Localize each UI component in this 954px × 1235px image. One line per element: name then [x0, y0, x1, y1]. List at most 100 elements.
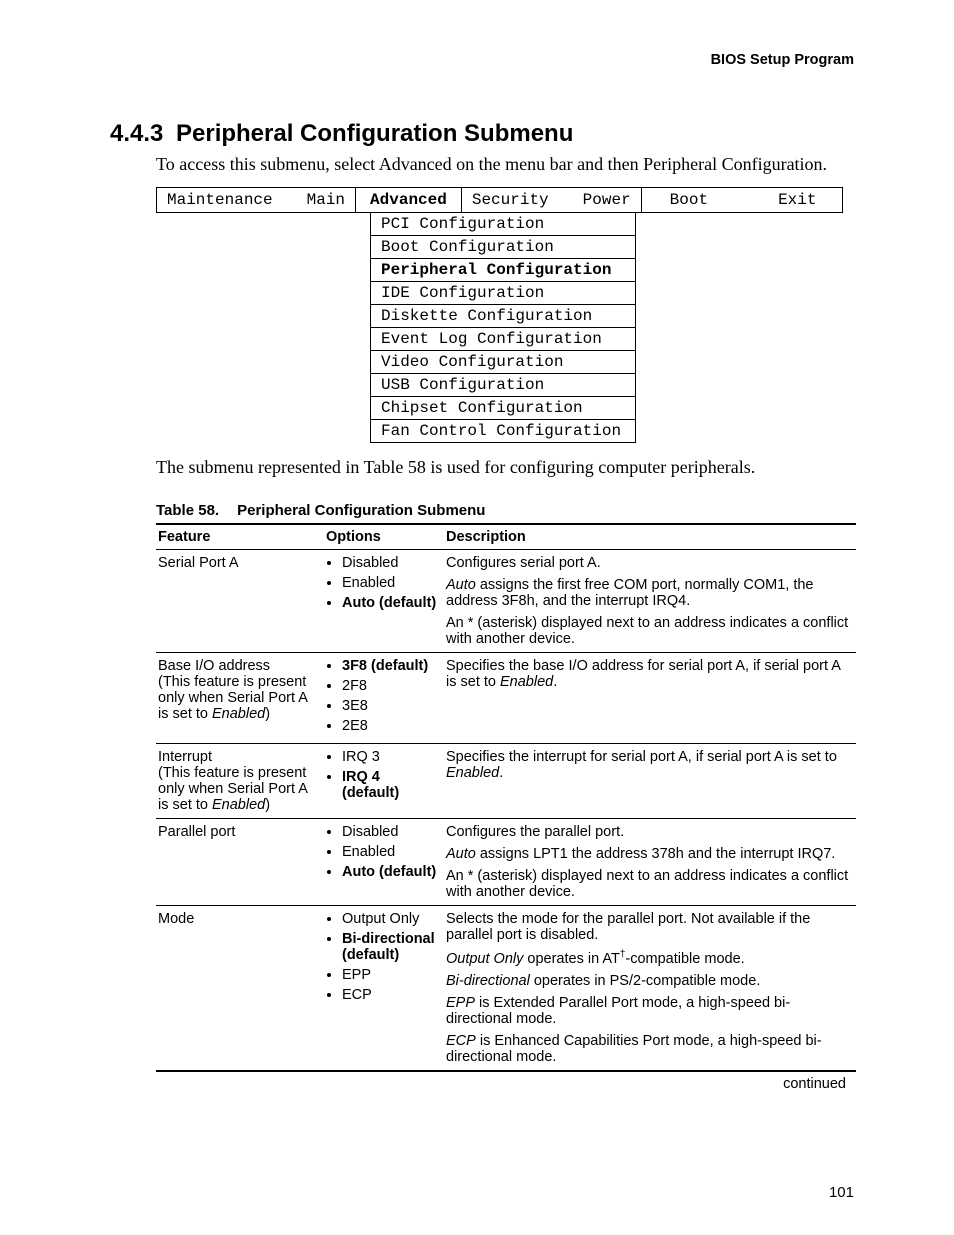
menubar-security: Security	[472, 191, 549, 209]
table-row: Mode Output Only Bi-directional (default…	[156, 906, 856, 1071]
body-paragraph: The submenu represented in Table 58 is u…	[156, 457, 854, 478]
option-item: Output Only	[342, 911, 438, 927]
continued-indicator: continued	[783, 1076, 946, 1092]
desc-italic: Output Only	[446, 951, 523, 967]
feature-name: Interrupt	[158, 749, 212, 765]
desc-text: assigns LPT1 the address 378h and the in…	[476, 846, 836, 862]
desc-line: An * (asterisk) displayed next to an add…	[446, 615, 850, 647]
option-item-default: 3F8 (default)	[342, 658, 438, 674]
table-row: Base I/O address (This feature is presen…	[156, 653, 856, 744]
desc-line: Configures the parallel port.	[446, 824, 850, 840]
submenu-item: Diskette Configuration	[371, 305, 636, 328]
table-row: Parallel port Disabled Enabled Auto (def…	[156, 819, 856, 906]
desc-italic: Bi-directional	[446, 973, 530, 989]
running-head: BIOS Setup Program	[711, 52, 854, 68]
desc-text: operates in PS/2-compatible mode.	[530, 973, 761, 989]
option-item: 3E8	[342, 698, 438, 714]
feature-name: Base I/O address	[158, 658, 270, 674]
desc-text: Specifies the interrupt for serial port …	[446, 749, 837, 765]
submenu-item: Video Configuration	[371, 351, 636, 374]
desc-line: Configures serial port A.	[446, 555, 850, 571]
options-cell: 3F8 (default) 2F8 3E8 2E8	[324, 653, 444, 744]
submenu-item: Fan Control Configuration	[371, 420, 636, 443]
desc-italic: Enabled	[446, 765, 499, 781]
desc-text: -compatible mode.	[625, 951, 744, 967]
desc-text: assigns the first free COM port, normall…	[446, 577, 813, 609]
col-header-options: Options	[324, 524, 444, 550]
option-item-default: Auto (default)	[342, 864, 438, 880]
desc-italic: Enabled	[500, 674, 553, 690]
submenu-item: PCI Configuration	[371, 213, 636, 236]
submenu-item: Chipset Configuration	[371, 397, 636, 420]
options-cell: IRQ 3 IRQ 4 (default)	[324, 744, 444, 819]
menubar-boot: Boot	[670, 191, 708, 209]
option-item-default: Auto (default)	[342, 595, 438, 611]
desc-text: is Extended Parallel Port mode, a high-s…	[446, 995, 790, 1027]
desc-italic: Auto	[446, 846, 476, 862]
menubar-cell-maintenance-main: Maintenance Main	[157, 188, 356, 213]
feature-cell: Serial Port A	[156, 550, 324, 653]
menubar-exit: Exit	[778, 191, 816, 209]
feature-cell: Base I/O address (This feature is presen…	[156, 653, 324, 744]
options-cell: Disabled Enabled Auto (default)	[324, 550, 444, 653]
feature-note-text: )	[265, 706, 270, 722]
menubar-advanced: Advanced	[356, 188, 462, 213]
desc-line: EPP is Extended Parallel Port mode, a hi…	[446, 995, 850, 1027]
desc-italic: ECP	[446, 1033, 476, 1049]
desc-italic: Auto	[446, 577, 476, 593]
desc-line: Bi-directional operates in PS/2-compatib…	[446, 973, 850, 989]
option-item-default: IRQ 4 (default)	[342, 769, 438, 801]
desc-text: operates in AT	[523, 951, 619, 967]
desc-line: An * (asterisk) displayed next to an add…	[446, 868, 850, 900]
submenu-item: USB Configuration	[371, 374, 636, 397]
option-item: Disabled	[342, 555, 438, 571]
menubar-power: Power	[583, 191, 631, 209]
menubar-maintenance: Maintenance	[167, 191, 273, 209]
options-cell: Disabled Enabled Auto (default)	[324, 819, 444, 906]
option-item: Disabled	[342, 824, 438, 840]
desc-italic: EPP	[446, 995, 475, 1011]
table-row: Serial Port A Disabled Enabled Auto (def…	[156, 550, 856, 653]
feature-note-italic: Enabled	[212, 706, 265, 722]
options-cell: Output Only Bi-directional (default) EPP…	[324, 906, 444, 1071]
option-item: IRQ 3	[342, 749, 438, 765]
option-item: 2F8	[342, 678, 438, 694]
menubar-main: Main	[307, 191, 345, 209]
option-item: Enabled	[342, 575, 438, 591]
submenu-item: Event Log Configuration	[371, 328, 636, 351]
col-header-feature: Feature	[156, 524, 324, 550]
table-title: Peripheral Configuration Submenu	[237, 502, 485, 519]
submenu-item: IDE Configuration	[371, 282, 636, 305]
table-row: Interrupt (This feature is present only …	[156, 744, 856, 819]
desc-line: Selects the mode for the parallel port. …	[446, 911, 850, 943]
section-number: 4.4.3	[110, 120, 176, 148]
feature-cell: Parallel port	[156, 819, 324, 906]
page-number: 101	[829, 1184, 854, 1201]
feature-note-text: )	[265, 797, 270, 813]
col-header-description: Description	[444, 524, 856, 550]
description-cell: Configures serial port A. Auto assigns t…	[444, 550, 856, 653]
option-item: EPP	[342, 967, 438, 983]
description-cell: Configures the parallel port. Auto assig…	[444, 819, 856, 906]
section-heading: 4.4.3Peripheral Configuration Submenu	[110, 120, 854, 148]
desc-line: Auto assigns the first free COM port, no…	[446, 577, 850, 609]
option-item: 2E8	[342, 718, 438, 734]
desc-line: Specifies the interrupt for serial port …	[446, 749, 850, 781]
feature-note-italic: Enabled	[212, 797, 265, 813]
option-item: ECP	[342, 987, 438, 1003]
menubar-cell-security-power: Security Power	[461, 188, 641, 213]
description-cell: Specifies the interrupt for serial port …	[444, 744, 856, 819]
feature-cell: Interrupt (This feature is present only …	[156, 744, 324, 819]
description-cell: Selects the mode for the parallel port. …	[444, 906, 856, 1071]
advanced-submenu: PCI Configuration Boot Configuration Per…	[370, 213, 636, 443]
intro-paragraph: To access this submenu, select Advanced …	[156, 154, 854, 175]
desc-line: Specifies the base I/O address for seria…	[446, 658, 850, 690]
submenu-item-active: Peripheral Configuration	[371, 259, 636, 282]
desc-text: is Enhanced Capabilities Port mode, a hi…	[446, 1033, 822, 1065]
bios-menubar: Maintenance Main Advanced Security Power B…	[156, 187, 843, 213]
table-number: Table 58.	[156, 502, 219, 519]
feature-cell: Mode	[156, 906, 324, 1071]
description-cell: Specifies the base I/O address for seria…	[444, 653, 856, 744]
section-title-text: Peripheral Configuration Submenu	[176, 120, 573, 147]
option-item: Enabled	[342, 844, 438, 860]
